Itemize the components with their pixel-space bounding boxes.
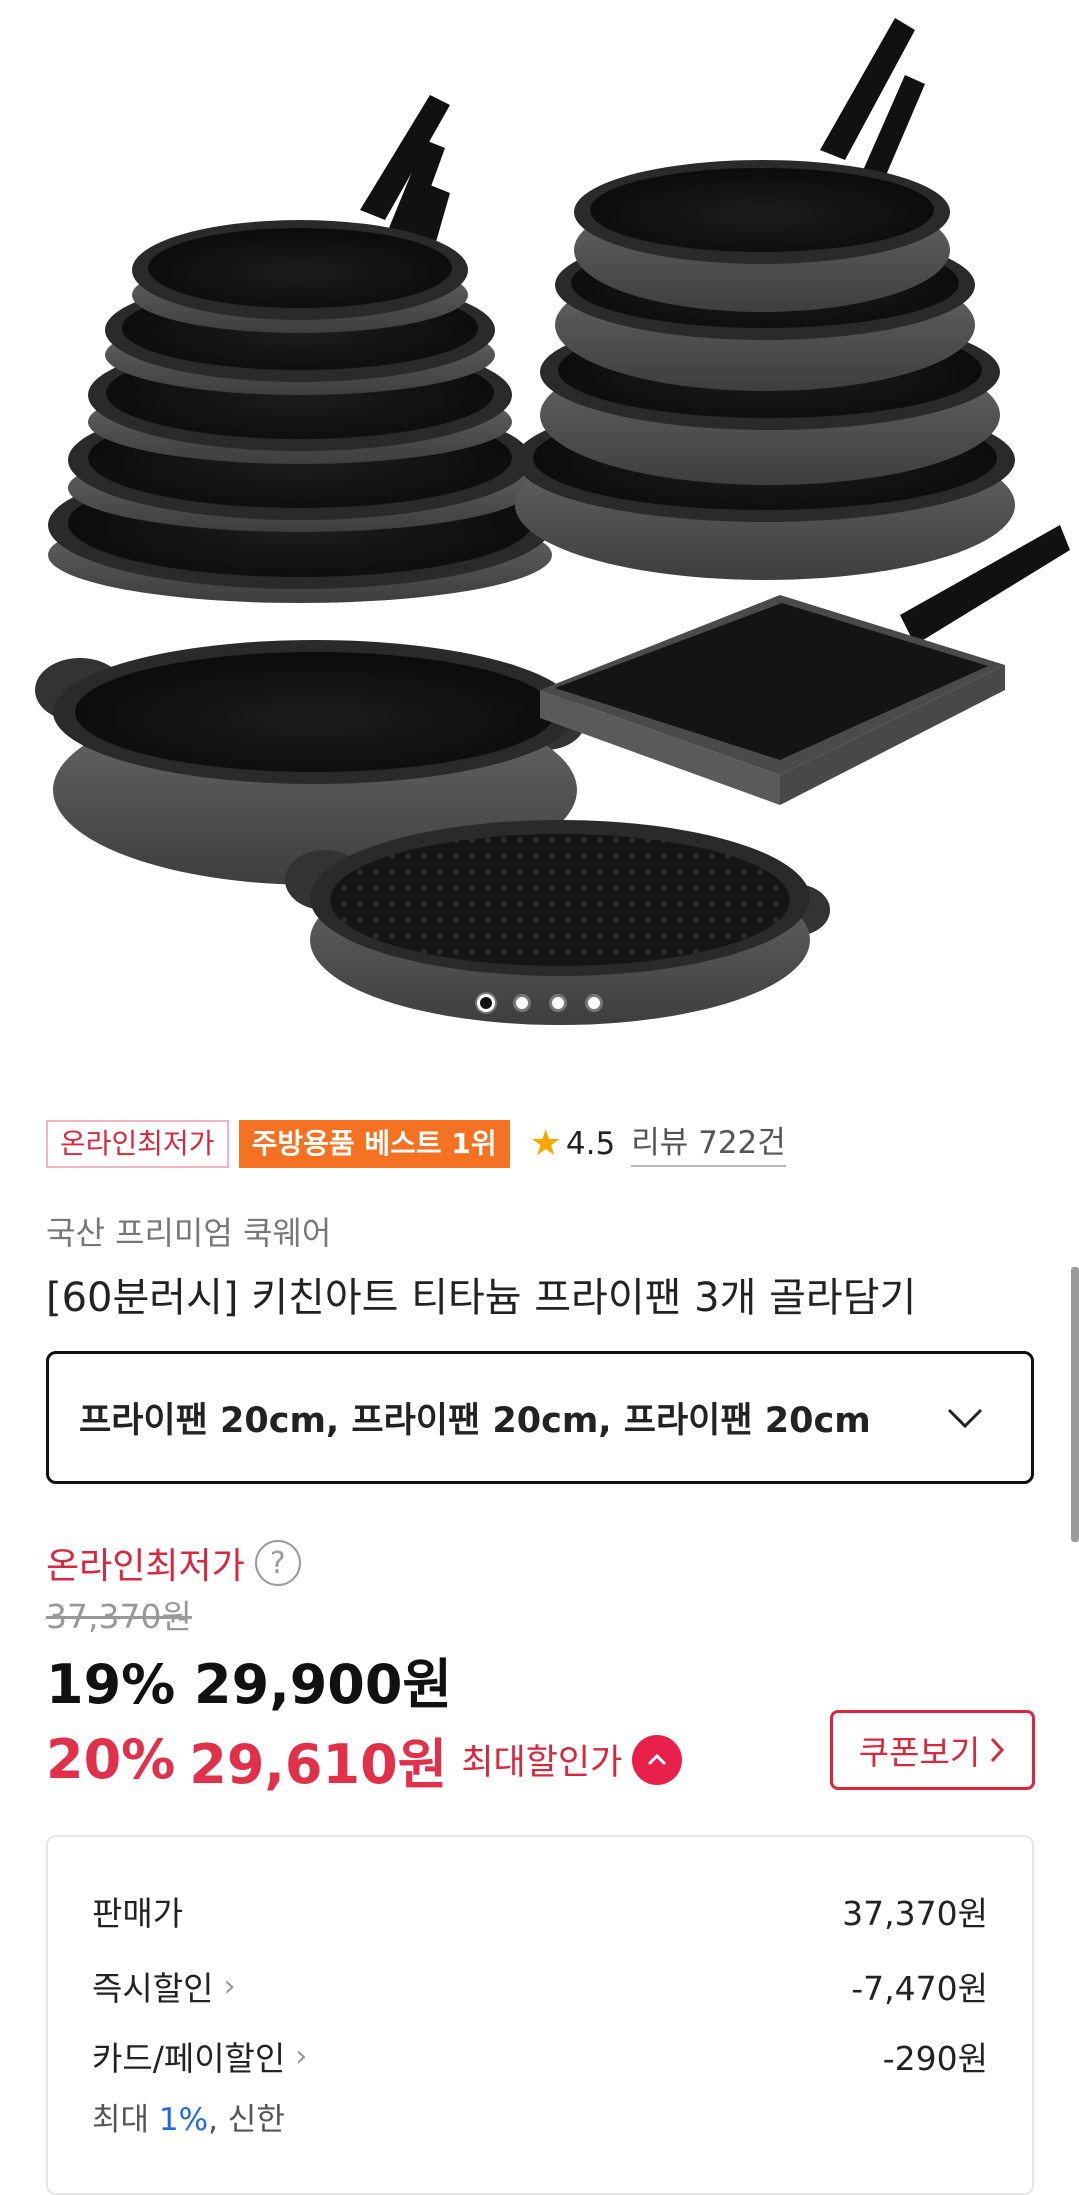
breakdown-label: 카드/페이할인 xyxy=(92,2039,286,2078)
star-icon: ★ xyxy=(529,1123,562,1164)
breakdown-row-instant-discount[interactable]: 즉시할인 › -7,470원 xyxy=(92,1962,988,2010)
breakdown-value: -290원 xyxy=(882,2039,988,2078)
carousel-dot[interactable] xyxy=(548,994,567,1012)
help-icon[interactable]: ? xyxy=(254,1540,301,1586)
max-discount-label: 최대할인가 xyxy=(461,1743,623,1783)
price-breakdown-card: 판매가 37,370원 즉시할인 › -7,470원 카드/페이할인 › -290원… xyxy=(46,1835,1034,2195)
original-price: 37,370원 xyxy=(46,1597,192,1636)
right-wok-stack xyxy=(515,160,1015,580)
chevron-down-icon xyxy=(947,1408,983,1428)
breakdown-label: 즉시할인 xyxy=(92,1969,214,2008)
breakdown-label: 판매가 xyxy=(92,1894,184,1933)
carousel-dot[interactable] xyxy=(584,994,603,1012)
max-discount-price-row: 20% 29,610원 최대할인가 xyxy=(46,1720,683,1799)
sale-price: 19% 29,900원 xyxy=(46,1653,453,1716)
card-note-rate: 1% xyxy=(158,2102,209,2138)
coupon-view-label: 쿠폰보기 xyxy=(858,1733,981,1772)
carousel-indicator[interactable] xyxy=(0,994,1079,1012)
max-discount-rate: 20% xyxy=(46,1728,176,1791)
card-note-suffix: , 신한 xyxy=(208,2102,285,2138)
breakdown-value: -7,470원 xyxy=(851,1969,988,2008)
review-count-link[interactable]: 리뷰 722건 xyxy=(631,1121,786,1167)
product-title: [60분러시] 키친아트 티타늄 프라이팬 3개 골라담기 xyxy=(46,1275,917,1321)
lowest-price-label: 온라인최저가 xyxy=(46,1546,245,1587)
product-badges: 온라인최저가 주방용품 베스트 1위 ★ 4.5 리뷰 722건 xyxy=(46,1119,786,1169)
chevron-right-icon: › xyxy=(223,1968,236,2004)
breakdown-value: 37,370원 xyxy=(842,1894,988,1933)
coupon-view-button[interactable]: 쿠폰보기 xyxy=(830,1710,1035,1790)
product-image-carousel[interactable] xyxy=(0,0,1079,1045)
option-select[interactable]: 프라이팬 20cm, 프라이팬 20cm, 프라이팬 20cm xyxy=(46,1351,1034,1484)
carousel-dot[interactable] xyxy=(476,994,495,1012)
lowest-price-badge: 온라인최저가 xyxy=(46,1120,229,1168)
chevron-right-icon: › xyxy=(295,2038,308,2074)
left-pan-stack xyxy=(48,220,552,603)
card-note-prefix: 최대 xyxy=(92,2102,159,2138)
breakdown-row-card-discount[interactable]: 카드/페이할인 › -290원 xyxy=(92,2032,988,2080)
lowest-price-label-row: 온라인최저가 ? xyxy=(46,1537,301,1589)
best-seller-badge: 주방용품 베스트 1위 xyxy=(238,1120,510,1168)
product-brand: 국산 프리미엄 쿡웨어 xyxy=(46,1214,332,1252)
card-discount-note: 최대 1%, 신한 xyxy=(92,2094,285,2139)
page-scrollbar[interactable] xyxy=(1071,1267,1079,1542)
product-photo xyxy=(35,18,1070,1025)
max-discount-price: 29,610원 xyxy=(189,1733,448,1796)
breakdown-row-list-price: 판매가 37,370원 xyxy=(92,1887,988,1935)
rating-value: 4.5 xyxy=(565,1126,616,1162)
option-selected-value: 프라이팬 20cm, 프라이팬 20cm, 프라이팬 20cm xyxy=(79,1401,871,1441)
carousel-dot[interactable] xyxy=(512,994,531,1012)
chevron-up-icon[interactable] xyxy=(632,1734,683,1785)
chevron-right-icon xyxy=(991,1737,1005,1763)
